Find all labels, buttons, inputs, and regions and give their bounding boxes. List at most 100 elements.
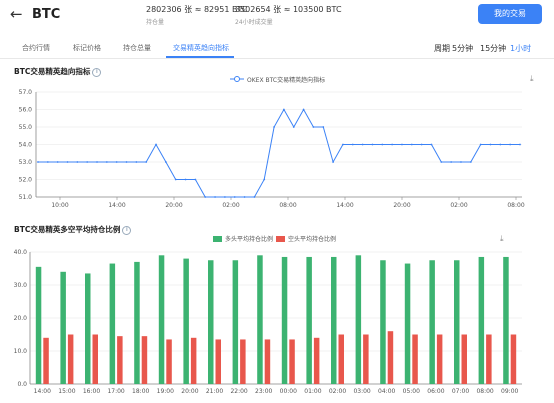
short-bar [338,334,344,384]
short-bar [510,334,517,384]
data-point [214,196,216,198]
data-point [322,126,325,128]
tab-bar: 合约行情 标记价格 持仓总量 交易精英趋向指标 周期 5分钟 15分钟 1小时 [0,40,554,59]
short-bar [215,339,221,384]
x-tick-label: 03:00 [353,388,370,395]
tab-mark-price[interactable]: 标记价格 [73,43,101,53]
x-tick-label: 09:00 [501,388,518,395]
short-bar [141,336,148,384]
volume-stat: 3502654 张 ≈ 103500 BTC 24小时成交量 [235,4,342,26]
y-tick-label: 55.0 [19,124,33,131]
data-point [76,161,79,163]
period-5min[interactable]: 5分钟 [452,43,473,54]
data-point [361,143,364,146]
volume-value: 3502654 张 ≈ 103500 BTC [235,5,342,14]
legend-marker [234,76,240,82]
tab-elite-trend[interactable]: 交易精英趋向指标 [173,43,229,53]
data-point [223,196,226,198]
long-bar [232,260,239,384]
x-tick-label: 08:00 [476,388,493,395]
period-1hour[interactable]: 1小时 [510,43,531,54]
x-tick-label: 19:00 [157,388,174,395]
short-bar [264,339,271,384]
data-point [371,143,374,146]
tab-open-interest[interactable]: 持仓总量 [123,43,151,53]
data-point [243,196,246,198]
short-bar [436,334,443,384]
data-point [440,161,443,163]
data-point [145,161,148,163]
data-point [263,178,266,181]
data-point [410,143,413,146]
y-tick-label: 57.0 [19,89,33,96]
long-bar [35,266,42,384]
x-tick-label: 01:00 [304,388,321,395]
long-bar [503,256,509,384]
data-point [66,161,69,163]
tab-market[interactable]: 合约行情 [22,43,50,53]
data-point [155,143,157,146]
x-tick-label: 20:00 [181,388,198,395]
short-bar [166,339,172,384]
data-point [37,161,39,163]
data-point [204,196,207,198]
long-bar [380,260,386,384]
x-tick-label: 21:00 [206,388,223,395]
x-tick-label: 20:00 [165,202,182,209]
short-bar [486,334,492,384]
data-point [105,161,108,163]
y-tick-label: 40.0 [14,249,28,256]
x-tick-label: 22:00 [230,388,247,395]
y-tick-label: 20.0 [14,315,28,322]
period-15min[interactable]: 15分钟 [480,43,506,54]
data-point [125,161,128,163]
x-tick-label: 07:00 [452,388,469,395]
data-point [233,196,236,198]
y-tick-label: 51.0 [19,194,33,201]
x-tick-label: 00:00 [280,388,297,395]
y-tick-label: 54.0 [19,142,33,149]
open-interest-label: 持仓量 [146,19,165,26]
data-point [135,161,138,163]
y-tick-label: 30.0 [14,282,28,289]
long-bar [85,273,91,384]
x-tick-label: 08:00 [279,202,296,209]
x-tick-label: 05:00 [403,388,420,395]
long-bar [208,260,214,384]
long-bar [306,256,312,384]
y-tick-label: 52.0 [19,177,33,184]
x-tick-label: 04:00 [378,388,395,395]
trend-line-chart: OKEX BTC交易精英趋向指标 51.0 52.0 53.0 54.0 55.0 56.0… [19,76,525,209]
x-tick-label: 14:00 [108,202,125,209]
legend-label: 空头平均持仓比例 [288,235,336,243]
series-line [38,108,520,198]
long-bar [183,258,189,384]
y-tick-label: 56.0 [19,107,33,114]
long-bar [158,255,165,384]
my-trades-button[interactable]: 我的交易 [478,4,542,24]
data-point [302,108,305,111]
data-point [96,161,98,163]
long-bar [429,260,435,384]
x-tick-label: 10:00 [51,202,68,209]
long-bar [134,261,140,384]
data-point [332,161,335,163]
long-bar [109,263,116,384]
data-point [460,161,462,163]
y-tick-label: 53.0 [19,159,33,166]
short-bar [387,331,394,384]
x-tick-label: 14:00 [34,388,51,395]
short-bar [190,337,197,384]
data-point [292,126,295,128]
data-point [351,143,354,146]
x-tick-label: 17:00 [107,388,124,395]
back-arrow-icon[interactable]: ← [10,5,23,23]
data-point [56,161,59,163]
active-tab-underline [166,56,234,58]
data-point [115,161,118,163]
x-tick-label: 02:00 [222,202,239,209]
data-point [450,161,453,163]
x-tick-label: 02:00 [450,202,467,209]
legend-swatch [276,236,285,242]
data-point [420,143,423,146]
